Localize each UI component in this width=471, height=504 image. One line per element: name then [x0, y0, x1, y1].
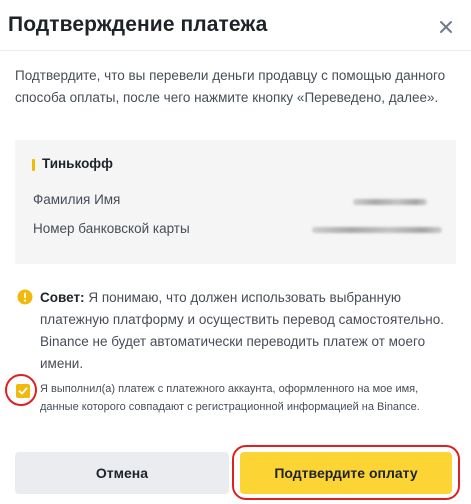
field-label-card-number: Номер банковской карты [33, 221, 190, 236]
agreement-text: Я выполнил(а) платеж с платежного аккаун… [40, 383, 420, 413]
dialog-title: Подтверждение платежа [8, 13, 268, 36]
cancel-button[interactable]: Отмена [15, 452, 229, 494]
agreement-checkbox[interactable] [16, 384, 30, 398]
close-icon [440, 21, 452, 33]
warning-icon [17, 289, 33, 305]
tip-message: Совет: Я понимаю, что должен использоват… [40, 287, 450, 375]
instruction-text: Подтвердите, что вы перевели деньги прод… [15, 68, 446, 105]
header-divider [0, 50, 471, 51]
tip-label: Совет: [40, 290, 85, 305]
confirm-payment-button[interactable]: Подтвердите оплату [240, 452, 452, 494]
payment-method-card: Тинькофф Фамилия Имя Номер банковской ка… [15, 140, 456, 264]
payment-confirmation-dialog: Подтверждение платежа Подтвердите, что в… [0, 0, 471, 504]
masked-name-value [353, 199, 427, 205]
payment-method-name: Тинькофф [42, 156, 113, 171]
payment-method-accent-bar [32, 159, 35, 171]
field-label-name: Фамилия Имя [33, 192, 121, 207]
dialog-header: Подтверждение платежа [0, 0, 471, 50]
checkmark-icon [18, 387, 28, 395]
tip-text: Я понимаю, что должен использовать выбра… [40, 290, 444, 371]
close-button[interactable] [434, 15, 458, 39]
masked-card-number-value [312, 227, 442, 233]
